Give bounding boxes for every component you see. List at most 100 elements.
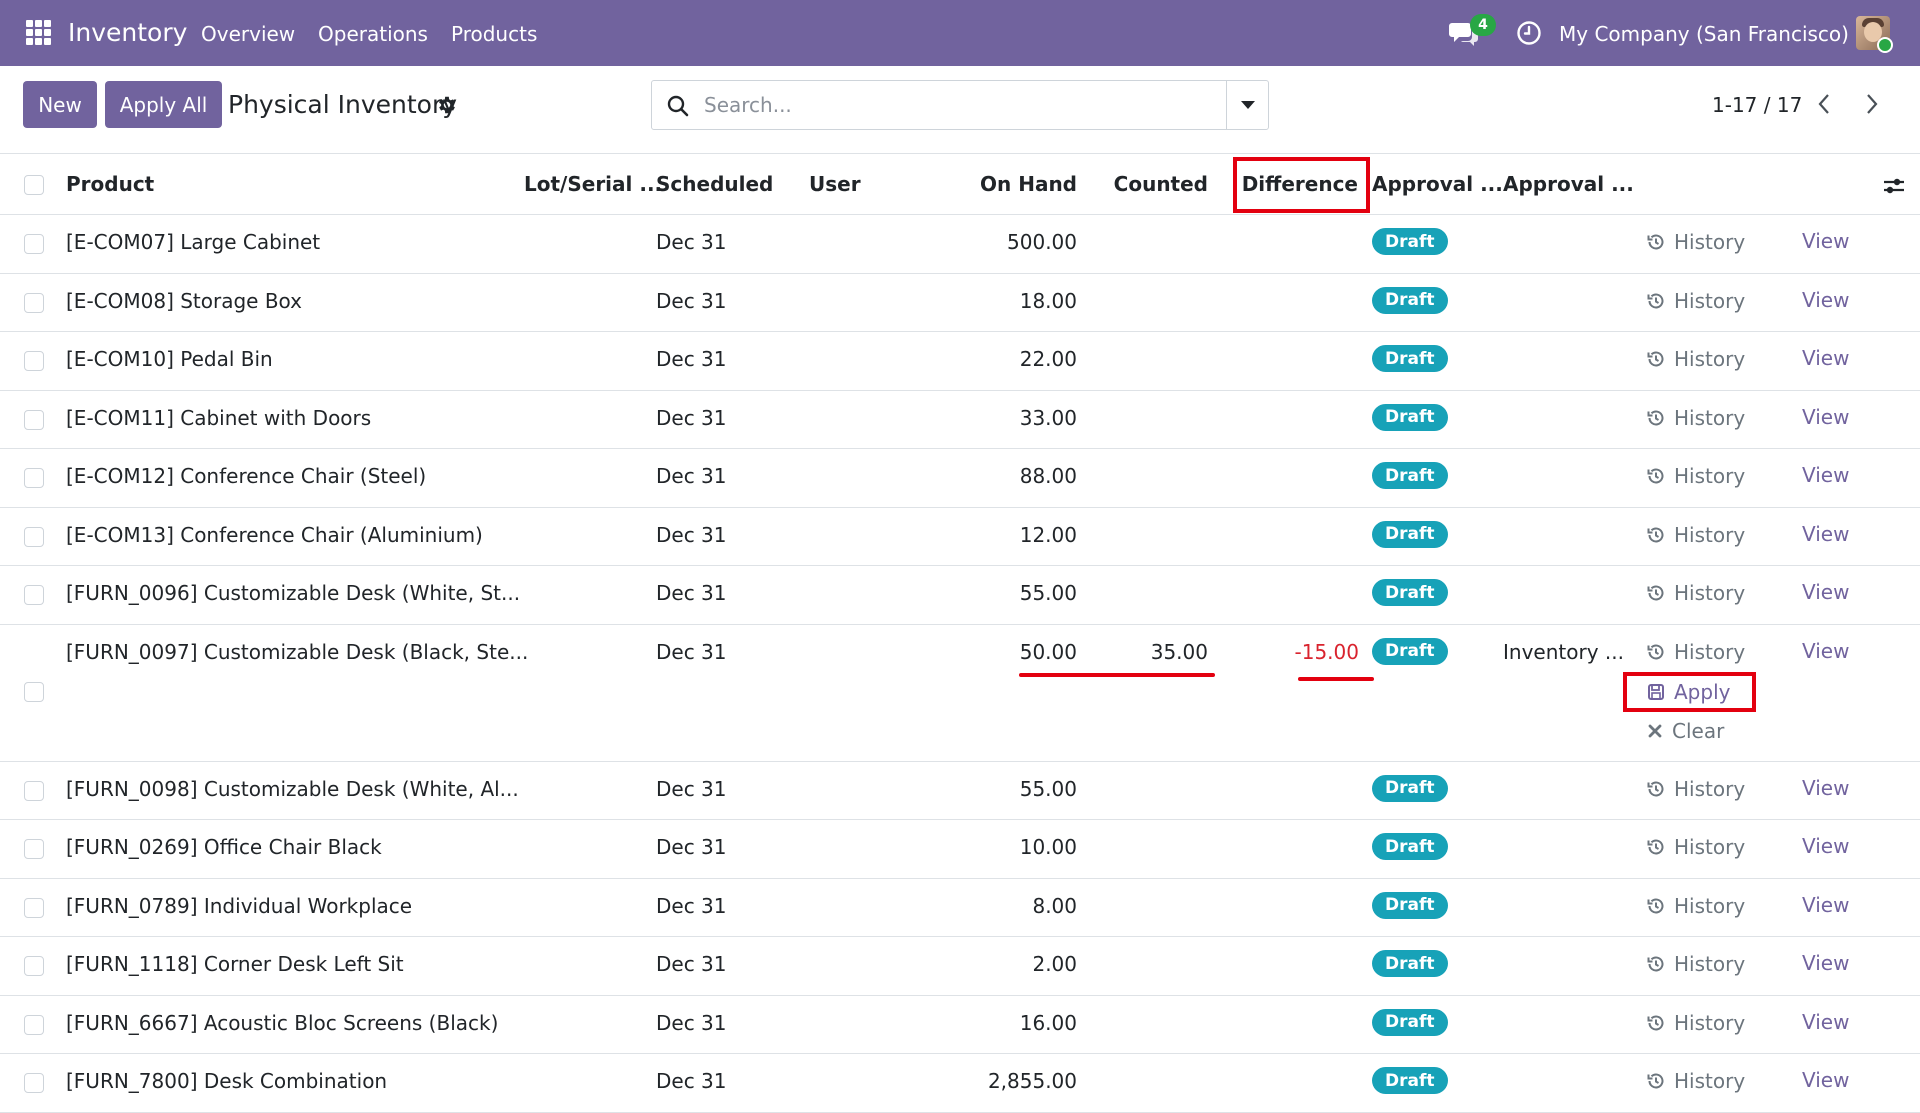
product-name[interactable]: [FURN_0269] Office Chair Black xyxy=(66,835,382,859)
optional-columns-icon[interactable] xyxy=(1882,175,1906,197)
product-name[interactable]: [FURN_0097] Customizable Desk (Black, St… xyxy=(66,640,528,664)
table-row[interactable]: [E-COM12] Conference Chair (Steel) Dec 31… xyxy=(0,449,1920,508)
apply-all-button[interactable]: Apply All xyxy=(105,81,222,128)
table-row[interactable]: [FURN_0269] Office Chair Black Dec 31 10.0… xyxy=(0,820,1920,879)
clock-icon[interactable] xyxy=(1516,20,1542,46)
product-name[interactable]: [FURN_0098] Customizable Desk (White, Al… xyxy=(66,777,519,801)
history-button[interactable]: History xyxy=(1646,523,1745,547)
clear-button[interactable]: Clear xyxy=(1646,719,1724,743)
menu-products[interactable]: Products xyxy=(451,22,537,46)
product-name[interactable]: [FURN_0096] Customizable Desk (White, St… xyxy=(66,581,520,605)
history-button[interactable]: History xyxy=(1646,777,1745,801)
history-button[interactable]: History xyxy=(1646,894,1745,918)
view-link[interactable]: View xyxy=(1802,346,1849,370)
table-row[interactable]: [FURN_1118] Corner Desk Left Sit Dec 31 2.… xyxy=(0,937,1920,996)
history-button[interactable]: History xyxy=(1646,464,1745,488)
history-button[interactable]: History xyxy=(1646,1011,1745,1035)
history-button[interactable]: History xyxy=(1646,1069,1745,1093)
row-checkbox[interactable] xyxy=(24,292,44,313)
new-button[interactable]: New xyxy=(23,81,97,128)
view-link[interactable]: View xyxy=(1802,405,1849,429)
search-input[interactable] xyxy=(704,89,1174,121)
view-link[interactable]: View xyxy=(1802,639,1849,663)
view-link[interactable]: View xyxy=(1802,893,1849,917)
row-checkbox[interactable] xyxy=(24,956,44,976)
table-row[interactable]: [E-COM13] Conference Chair (Aluminium) De… xyxy=(0,508,1920,566)
view-link[interactable]: View xyxy=(1802,951,1849,975)
select-all-checkbox[interactable] xyxy=(24,175,44,195)
row-checkbox[interactable] xyxy=(24,526,44,547)
view-link[interactable]: View xyxy=(1802,1068,1849,1092)
product-name[interactable]: [FURN_6667] Acoustic Bloc Screens (Black… xyxy=(66,1011,498,1035)
table-row[interactable]: [E-COM11] Cabinet with Doors Dec 31 33.00 D… xyxy=(0,391,1920,449)
column-user[interactable]: User xyxy=(809,172,861,196)
column-approval-2[interactable]: Approval ... xyxy=(1503,172,1634,196)
view-link[interactable]: View xyxy=(1802,834,1849,858)
history-button[interactable]: History xyxy=(1646,952,1745,976)
history-button[interactable]: History xyxy=(1646,581,1745,605)
history-button[interactable]: History xyxy=(1646,640,1745,664)
pager-next-button[interactable] xyxy=(1860,90,1884,118)
history-button[interactable]: History xyxy=(1646,835,1745,859)
table-row[interactable]: [FURN_6667] Acoustic Bloc Screens (Black… xyxy=(0,996,1920,1054)
pager-value[interactable]: 1-17 / 17 xyxy=(1712,93,1802,117)
column-scheduled[interactable]: Scheduled xyxy=(656,172,773,196)
column-approval-1[interactable]: Approval ... xyxy=(1372,172,1503,196)
counted-qty[interactable]: 35.00 xyxy=(1048,640,1208,664)
table-row[interactable]: [E-COM07] Large Cabinet Dec 31 500.00 Draft… xyxy=(0,215,1920,274)
view-link[interactable]: View xyxy=(1802,288,1849,312)
view-link[interactable]: View xyxy=(1802,229,1849,253)
gear-icon[interactable] xyxy=(436,94,458,116)
table-row[interactable]: [FURN_0097] Customizable Desk (Black, St… xyxy=(0,625,1920,762)
history-button[interactable]: History xyxy=(1646,289,1745,313)
view-link[interactable]: View xyxy=(1802,1010,1849,1034)
product-name[interactable]: [E-COM10] Pedal Bin xyxy=(66,347,273,371)
column-product[interactable]: Product xyxy=(66,172,154,196)
table-row[interactable]: [FURN_0789] Individual Workplace Dec 31 8.… xyxy=(0,879,1920,937)
product-name[interactable]: [E-COM12] Conference Chair (Steel) xyxy=(66,464,426,488)
view-link[interactable]: View xyxy=(1802,522,1849,546)
product-name[interactable]: [E-COM11] Cabinet with Doors xyxy=(66,406,371,430)
row-checkbox[interactable] xyxy=(24,681,44,702)
row-checkbox[interactable] xyxy=(24,839,44,859)
menu-overview[interactable]: Overview xyxy=(201,22,295,46)
product-name[interactable]: [FURN_0789] Individual Workplace xyxy=(66,894,412,918)
table-row[interactable]: [E-COM08] Storage Box Dec 31 18.00 Draft His… xyxy=(0,274,1920,332)
row-checkbox[interactable] xyxy=(24,409,44,430)
column-lot-serial[interactable]: Lot/Serial ... xyxy=(524,172,662,196)
row-checkbox[interactable] xyxy=(24,351,44,371)
row-checkbox[interactable] xyxy=(24,897,44,918)
row-checkbox[interactable] xyxy=(24,468,44,488)
history-button[interactable]: History xyxy=(1646,406,1745,430)
company-switcher[interactable]: My Company (San Francisco) xyxy=(1559,22,1849,46)
table-row[interactable]: [FURN_0098] Customizable Desk (White, Al… xyxy=(0,762,1920,820)
row-checkbox[interactable] xyxy=(24,1073,44,1093)
table-row[interactable]: [E-COM10] Pedal Bin Dec 31 22.00 Draft Histo… xyxy=(0,332,1920,391)
row-checkbox[interactable] xyxy=(24,585,44,605)
history-button[interactable]: History xyxy=(1646,230,1745,254)
column-counted[interactable]: Counted xyxy=(1048,172,1208,196)
status-badge: Draft xyxy=(1372,774,1448,802)
app-grid-icon[interactable] xyxy=(26,20,51,45)
product-name[interactable]: [E-COM13] Conference Chair (Aluminium) xyxy=(66,523,483,547)
row-checkbox[interactable] xyxy=(24,780,44,801)
apply-button[interactable]: Apply xyxy=(1646,680,1730,704)
column-difference[interactable]: Difference xyxy=(1198,172,1358,196)
product-name[interactable]: [FURN_7800] Desk Combination xyxy=(66,1069,387,1093)
product-name[interactable]: [E-COM07] Large Cabinet xyxy=(66,230,320,254)
history-button[interactable]: History xyxy=(1646,347,1745,371)
pager-previous-button[interactable] xyxy=(1812,90,1836,118)
row-checkbox[interactable] xyxy=(24,1014,44,1035)
history-label: History xyxy=(1674,288,1746,313)
search-options-toggle[interactable] xyxy=(1226,81,1269,129)
table-row[interactable]: [FURN_7800] Desk Combination Dec 31 2,855.… xyxy=(0,1054,1920,1113)
row-checkbox[interactable] xyxy=(24,234,44,254)
menu-operations[interactable]: Operations xyxy=(318,22,428,46)
table-row[interactable]: [FURN_0096] Customizable Desk (White, St… xyxy=(0,566,1920,625)
product-name[interactable]: [FURN_1118] Corner Desk Left Sit xyxy=(66,952,404,976)
view-link[interactable]: View xyxy=(1802,776,1849,800)
app-name[interactable]: Inventory xyxy=(68,18,187,47)
product-name[interactable]: [E-COM08] Storage Box xyxy=(66,289,302,313)
view-link[interactable]: View xyxy=(1802,463,1849,487)
view-link[interactable]: View xyxy=(1802,580,1849,604)
